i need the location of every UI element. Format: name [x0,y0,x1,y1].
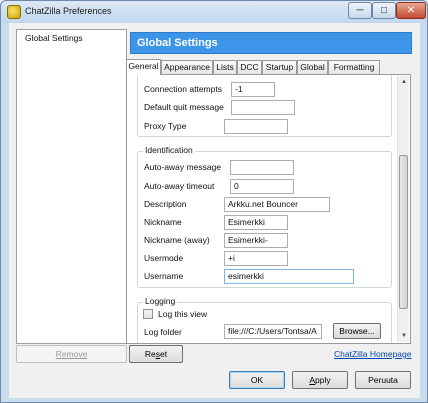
scroll-up-arrow-icon[interactable]: ▲ [398,76,410,88]
dialog-client-area: Global Settings Remove Global Settings G… [9,23,420,398]
close-icon: ✕ [406,5,416,16]
default-quit-message-label: Default quit message [144,102,224,112]
tab-lists[interactable]: Lists [213,60,237,74]
identification-group: Identification Auto-away message Auto-aw… [137,145,392,288]
tab-appearance[interactable]: Appearance [161,60,213,74]
chatzilla-homepage-link[interactable]: ChatZilla Homepage [334,349,411,359]
description-label: Description [144,199,187,209]
tab-startup[interactable]: Startup [262,60,297,74]
close-button[interactable]: ✕ [396,2,426,19]
auto-away-message-label: Auto-away message [144,162,222,172]
auto-away-timeout-field[interactable]: 0 [230,179,294,194]
username-field[interactable]: esimerkki [224,269,354,284]
remove-button-label-rest: emove [61,349,88,359]
apply-button-label-rest: pply [315,375,331,385]
identification-legend: Identification [143,145,195,155]
section-header: Global Settings [130,32,412,54]
section-title: Global Settings [137,37,218,49]
username-label: Username [144,271,184,281]
auto-away-message-field[interactable] [230,160,294,175]
proxy-type-field[interactable] [224,119,288,134]
log-folder-field[interactable]: file:///C:/Users/Tontsa/A [224,324,322,339]
reset-button-label-rest: et [160,349,168,359]
preferences-window: ChatZilla Preferences ─ □ ✕ Global Setti… [0,0,428,403]
usermode-label: Usermode [144,253,184,263]
proxy-type-label: Proxy Type [144,121,187,131]
tab-dcc[interactable]: DCC [237,60,262,74]
settings-tree[interactable]: Global Settings [16,29,127,344]
log-this-view-label[interactable]: Log this view [158,309,207,319]
description-field[interactable]: Arkku.net Bouncer [224,197,330,212]
maximize-icon: □ [380,5,388,16]
nickname-label: Nickname [144,217,182,227]
connection-attempts-field[interactable]: -1 [231,82,275,97]
usermode-field[interactable]: +i [224,251,288,266]
chatzilla-app-icon [7,5,21,19]
browse-button[interactable]: Browse... [333,323,381,339]
minimize-icon: ─ [356,5,364,16]
default-quit-message-field[interactable] [231,100,295,115]
reset-button-label-prefix: Re [144,349,156,359]
log-folder-label: Log folder [144,327,182,337]
vertical-scrollbar[interactable]: ▲ ▼ [397,76,409,342]
log-this-view-checkbox[interactable] [143,309,153,319]
nickname-away-label: Nickname (away) [144,235,210,245]
maximize-button[interactable]: □ [372,2,396,19]
nickname-field[interactable]: Esimerkki [224,215,288,230]
scroll-down-arrow-icon[interactable]: ▼ [398,330,410,342]
reset-button[interactable]: Reset [129,345,183,363]
settings-scroll-area[interactable]: Connection attempts -1 Default quit mess… [127,75,398,343]
ok-button[interactable]: OK [229,371,285,389]
tab-general[interactable]: General [126,59,161,75]
title-bar[interactable]: ChatZilla Preferences ─ □ ✕ [1,1,427,23]
tab-formatting[interactable]: Formatting [328,60,380,74]
connection-group: Connection attempts -1 Default quit mess… [137,75,392,137]
logging-legend: Logging [143,296,178,306]
scroll-thumb[interactable] [399,155,408,309]
logging-group: Logging Log this view Log folder file://… [137,296,392,343]
nickname-away-field[interactable]: Esimerkki- [224,233,288,248]
window-title: ChatZilla Preferences [25,6,112,16]
sidebar-item-global-settings[interactable]: Global Settings [25,33,83,43]
remove-button[interactable]: Remove [16,345,127,363]
cancel-button[interactable]: Peruuta [355,371,411,389]
minimize-button[interactable]: ─ [348,2,372,19]
apply-button[interactable]: Apply [292,371,348,389]
tab-global[interactable]: Global [297,60,328,74]
connection-attempts-label: Connection attempts [144,84,222,94]
auto-away-timeout-label: Auto-away timeout [144,181,215,191]
general-tab-panel: Connection attempts -1 Default quit mess… [126,74,411,344]
